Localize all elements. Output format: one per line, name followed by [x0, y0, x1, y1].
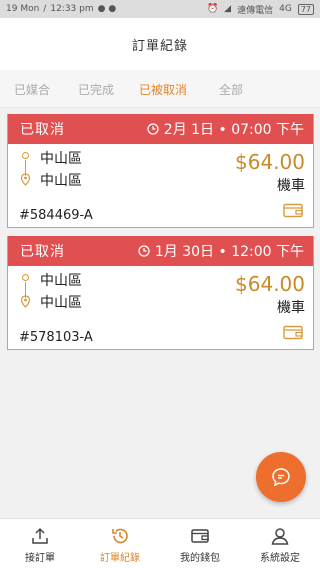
chat-button[interactable]: [256, 452, 306, 502]
nav-label: 接訂單: [25, 553, 55, 564]
nav-item-wallet[interactable]: 我的錢包: [160, 519, 240, 568]
clock-icon: [138, 245, 150, 257]
wallet-icon: [283, 203, 303, 218]
tab-matched[interactable]: 已媒合: [14, 81, 50, 98]
dropoff-location: 中山區: [40, 173, 82, 189]
tab-cancelled[interactable]: 已被取消: [139, 81, 187, 98]
order-card-header: 已取消 1月 30日 • 12:00 下午: [8, 236, 313, 266]
order-price: $64.00: [235, 150, 305, 174]
alarm-icon: ⏰: [206, 4, 219, 14]
header: 訂單紀錄: [0, 18, 320, 70]
origin-dot-icon: [22, 152, 29, 159]
signal-icon: ◢: [224, 4, 232, 14]
nav-label: 系統設定: [260, 553, 300, 564]
notification-icon: ● ●: [97, 4, 117, 14]
location-pin-icon: [20, 295, 31, 308]
status-time: 12:33 pm: [50, 4, 94, 14]
origin-dot-icon: [22, 274, 29, 281]
status-network: 4G: [279, 4, 292, 14]
pickup-location: 中山區: [40, 151, 82, 167]
nav-item-order-history[interactable]: 訂單紀錄: [80, 519, 160, 568]
nav-item-settings[interactable]: 系統設定: [240, 519, 320, 568]
status-bar: 19 Mon / 12:33 pm ● ● ⏰ ◢ 遠傳電信 4G 77: [0, 0, 320, 18]
order-tabs: 已媒合 已完成 已被取消 全部: [0, 70, 320, 108]
history-icon: [112, 528, 128, 544]
tab-all[interactable]: 全部: [219, 81, 243, 98]
status-date: 19 Mon: [6, 4, 40, 14]
order-status: 已取消: [20, 244, 65, 260]
nav-label: 我的錢包: [180, 553, 220, 564]
order-datetime: 2月 1日 • 07:00 下午: [147, 119, 304, 139]
pickup-location: 中山區: [40, 273, 82, 289]
bottom-nav: 接訂單 訂單紀錄 我的錢包 系統設定: [0, 518, 320, 568]
order-card[interactable]: 已取消 2月 1日 • 07:00 下午 中山區 中山區 $64.00 機車 #…: [7, 114, 314, 228]
nav-item-accept-orders[interactable]: 接訂單: [0, 519, 80, 568]
tab-completed[interactable]: 已完成: [78, 81, 114, 98]
order-datetime-text: 1月 30日 • 12:00 下午: [154, 244, 304, 260]
order-price: $64.00: [235, 272, 305, 296]
user-icon: [271, 528, 289, 545]
order-datetime-text: 2月 1日 • 07:00 下午: [163, 122, 304, 138]
wallet-icon: [191, 529, 209, 543]
vehicle-type: 機車: [277, 178, 305, 194]
wallet-icon: [283, 325, 303, 340]
order-datetime: 1月 30日 • 12:00 下午: [138, 241, 304, 261]
order-number: #584469-A: [19, 208, 93, 223]
order-number: #578103-A: [19, 330, 93, 345]
location-pin-icon: [20, 173, 31, 186]
page-title: 訂單紀錄: [131, 38, 188, 54]
order-card-header: 已取消 2月 1日 • 07:00 下午: [8, 114, 313, 144]
status-carrier: 遠傳電信: [237, 5, 274, 16]
order-status: 已取消: [20, 122, 65, 138]
dropoff-location: 中山區: [40, 295, 82, 311]
vehicle-type: 機車: [277, 300, 305, 316]
order-card[interactable]: 已取消 1月 30日 • 12:00 下午 中山區 中山區 $64.00 機車 …: [7, 236, 314, 350]
chat-bubble-icon: [272, 468, 290, 487]
battery-icon: 77: [297, 3, 314, 15]
nav-label: 訂單紀錄: [100, 553, 140, 564]
upload-icon: [32, 527, 48, 544]
clock-icon: [147, 123, 159, 135]
